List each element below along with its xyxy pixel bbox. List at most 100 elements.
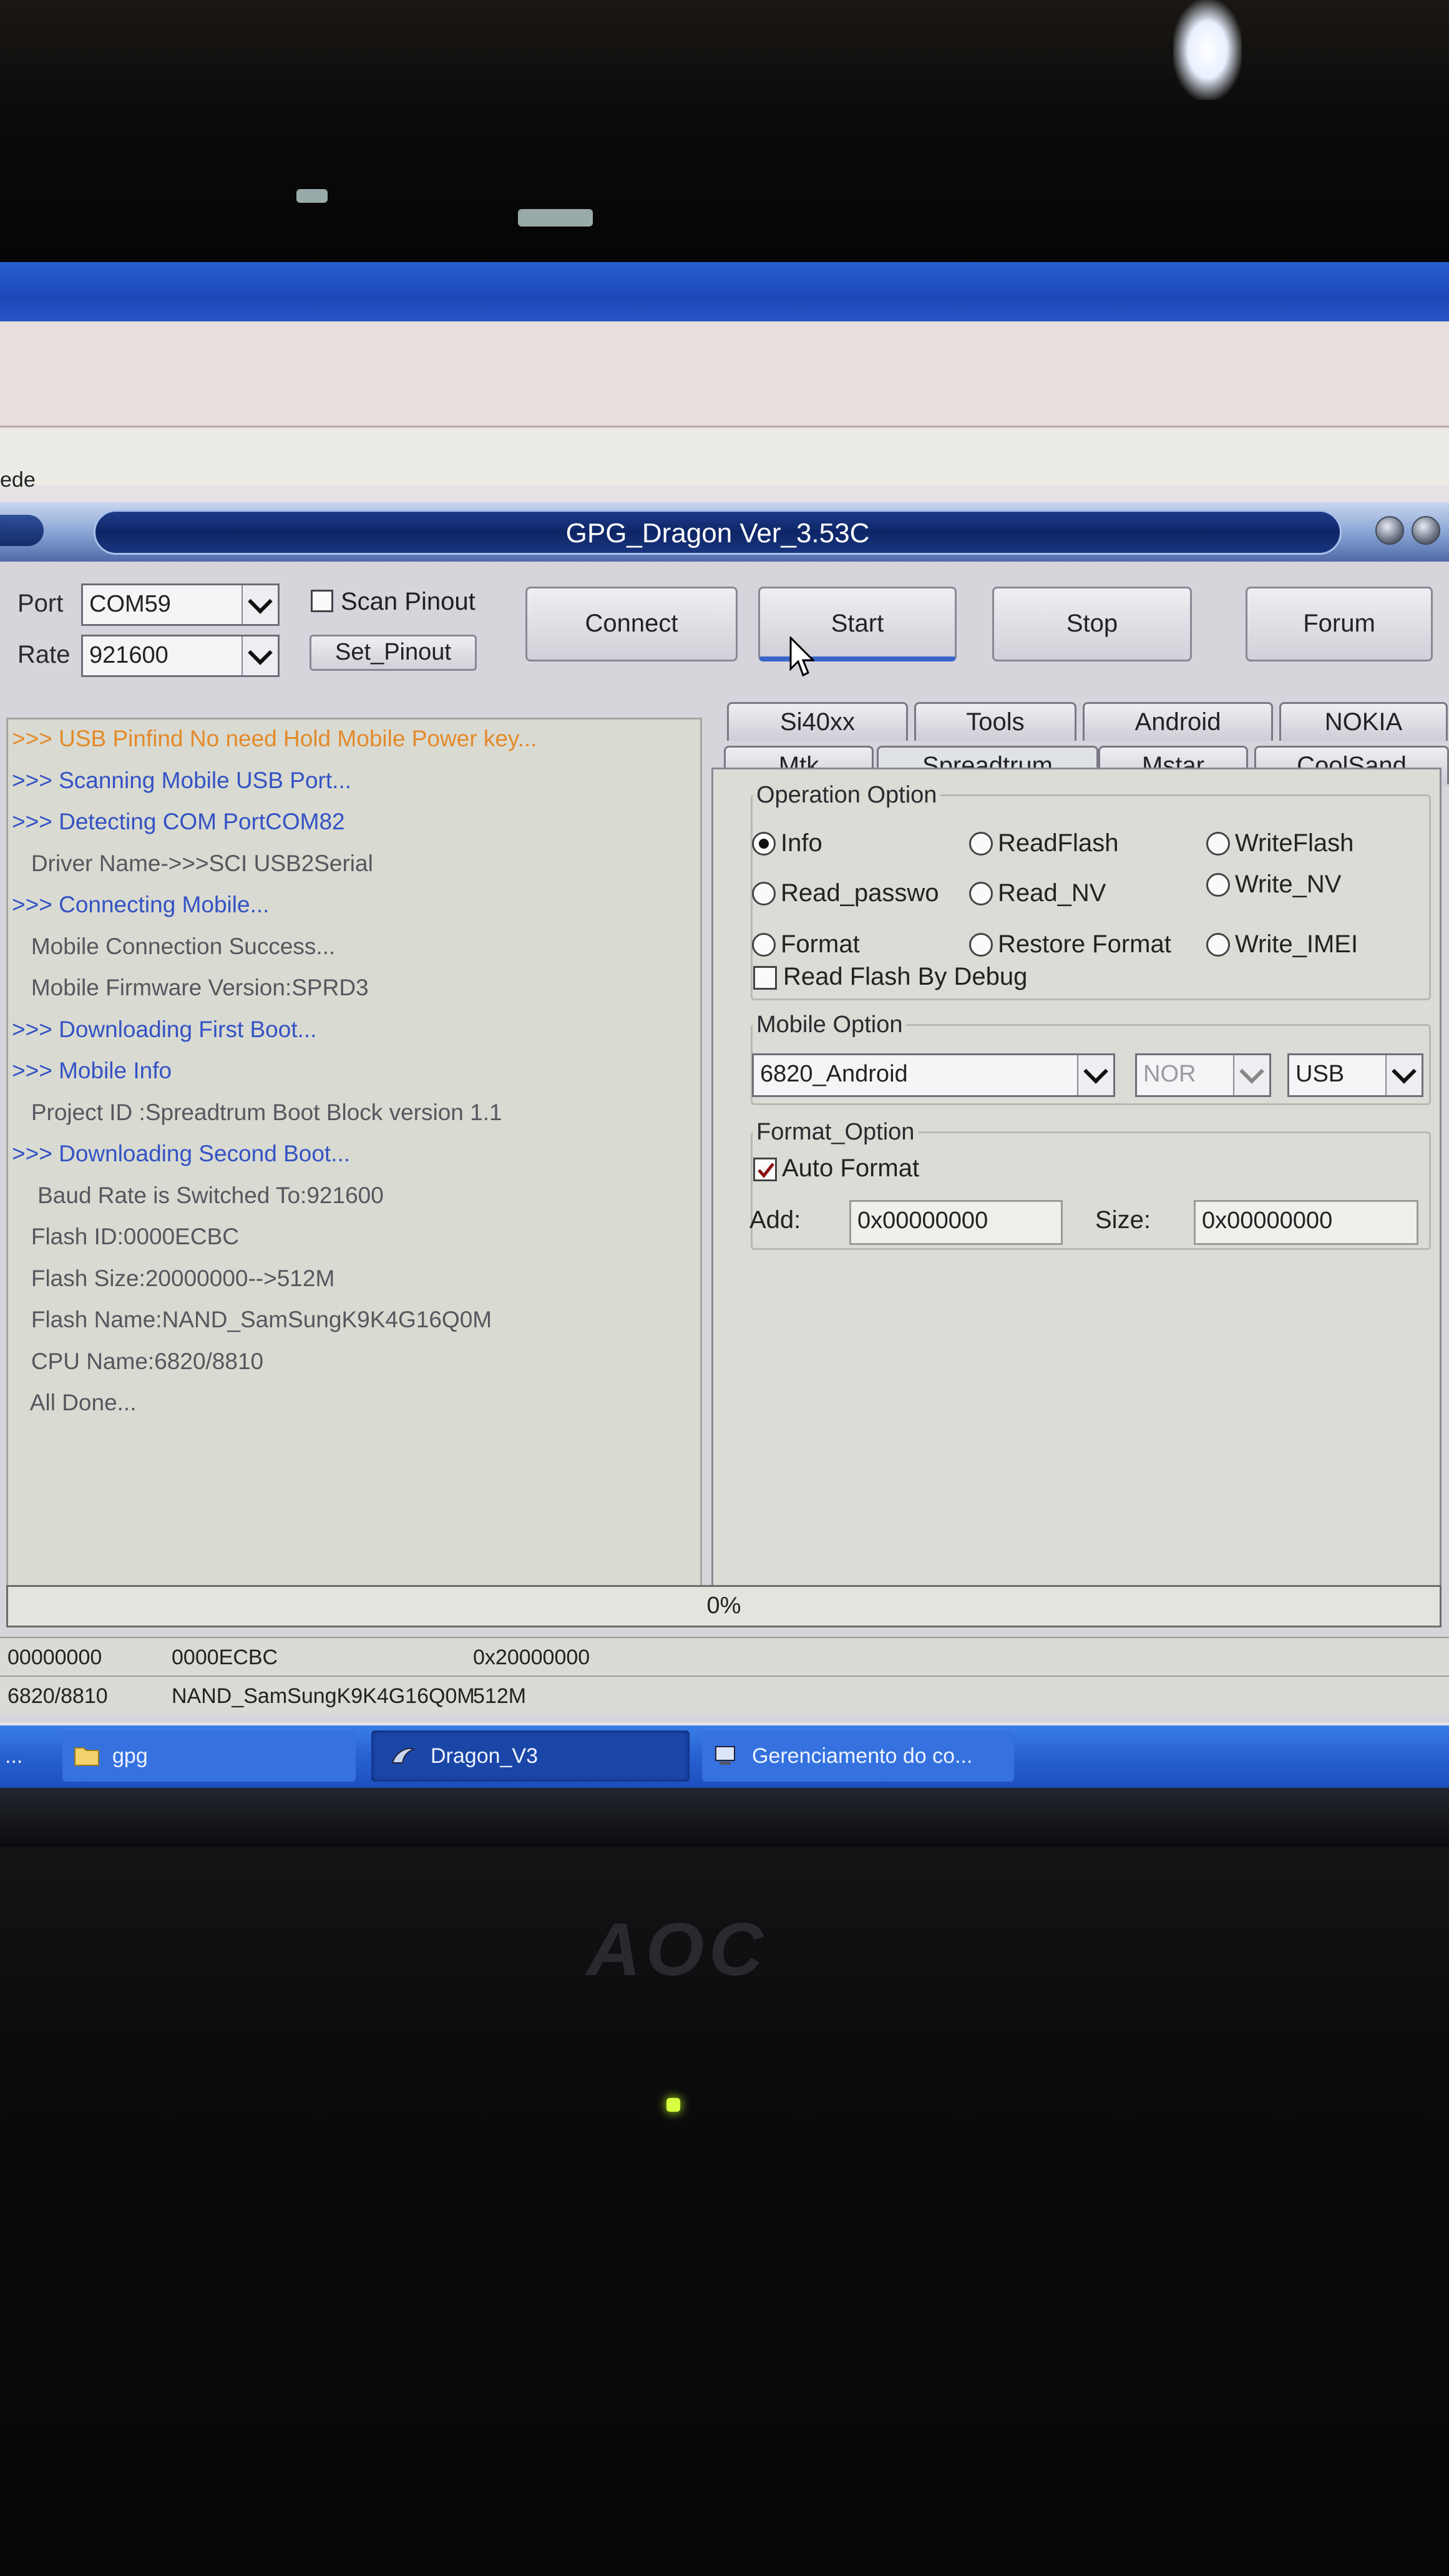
dragon-app-icon — [391, 1747, 416, 1764]
log-line: >>> Downloading First Boot... — [12, 1016, 317, 1042]
radio-label: Write_NV — [1235, 871, 1342, 898]
background-window-titlebar — [0, 262, 1449, 321]
log-line: >>> Connecting Mobile... — [12, 892, 270, 917]
start-button[interactable]: Start — [758, 587, 957, 661]
size-field[interactable]: 0x00000000 — [1194, 1200, 1418, 1245]
forum-button[interactable]: Forum — [1246, 587, 1433, 661]
mobile-model-combobox[interactable]: 6820_Android — [752, 1053, 1115, 1097]
set-pinout-button[interactable]: Set_Pinout — [310, 635, 477, 671]
progress-text: 0% — [706, 1593, 741, 1619]
radio-label: Write_IMEI — [1235, 930, 1359, 958]
operation-option-title: Operation Option — [753, 782, 941, 809]
auto-format-checkbox[interactable] — [753, 1158, 777, 1181]
connect-button[interactable]: Connect — [525, 587, 738, 661]
log-line: >>> Scanning Mobile USB Port... — [12, 767, 351, 793]
mouse-cursor-icon — [789, 637, 814, 677]
taskbar-item-label: Dragon_V3 — [431, 1744, 539, 1768]
radio-label: Read_NV — [998, 879, 1106, 907]
tab-android[interactable]: Android — [1083, 702, 1273, 741]
auto-format-label: Auto Format — [782, 1154, 920, 1182]
log-line: Mobile Firmware Version:SPRD3 — [12, 975, 369, 1000]
flash-type-combobox[interactable]: NOR — [1135, 1053, 1271, 1097]
chevron-down-icon[interactable] — [1077, 1055, 1113, 1095]
mobile-model-value: 6820_Android — [760, 1061, 908, 1087]
checkmark-icon — [758, 1163, 774, 1178]
close-button[interactable] — [1412, 516, 1440, 545]
taskbar-item-gerenciamento[interactable]: Gerenciamento do co... — [702, 1730, 1014, 1782]
status-row-2: 6820/8810 NAND_SamSungK9K4G16Q0M 512M — [0, 1676, 1449, 1714]
port-label: Port — [17, 590, 64, 617]
radio-label: Read_passwo — [781, 879, 939, 907]
app-header-ornament — [0, 515, 44, 546]
background-window-label: ede — [0, 468, 36, 492]
radio-read-nv[interactable] — [969, 882, 993, 905]
interface-value: USB — [1295, 1061, 1345, 1087]
tab-nokia[interactable]: NOKIA — [1279, 702, 1448, 741]
radio-label: Info — [781, 829, 822, 857]
radio-restore-format[interactable] — [969, 933, 993, 957]
chevron-down-icon[interactable] — [242, 585, 278, 624]
rate-combobox[interactable]: 921600 — [81, 635, 280, 677]
chevron-down-icon[interactable] — [1385, 1055, 1422, 1095]
bezel-reflection — [518, 209, 593, 227]
minimize-button[interactable] — [1375, 516, 1404, 545]
background-window-toolbar — [0, 321, 1449, 427]
app-title: GPG_Dragon Ver_3.53C — [565, 518, 870, 549]
radio-write-nv[interactable] — [1206, 873, 1230, 897]
taskbar-item-gpg[interactable]: gpg — [62, 1730, 356, 1782]
status-cell: 6820/8810 — [7, 1684, 108, 1708]
add-field[interactable]: 0x00000000 — [849, 1200, 1063, 1245]
taskbar-item-label: Gerenciamento do co... — [752, 1744, 973, 1768]
chevron-down-icon[interactable] — [242, 637, 278, 675]
radio-format[interactable] — [752, 933, 776, 957]
radio-info[interactable] — [752, 832, 776, 856]
log-line: Driver Name->>>SCI USB2Serial — [12, 850, 373, 876]
radio-label: Format — [781, 930, 860, 958]
tab-tools[interactable]: Tools — [914, 702, 1076, 741]
scan-pinout-label: Scan Pinout — [341, 588, 476, 615]
read-flash-by-debug-checkbox[interactable] — [753, 966, 777, 990]
tab-si40xx[interactable]: Si40xx — [727, 702, 908, 741]
gpg-dragon-window: GPG_Dragon Ver_3.53C Port COM59 Rate 921… — [0, 502, 1449, 1722]
port-combobox[interactable]: COM59 — [81, 583, 280, 626]
scan-pinout-checkbox[interactable] — [311, 590, 333, 612]
log-line: Flash Name:NAND_SamSungK9K4G16Q0M — [12, 1307, 492, 1332]
screen: ede GPG_Dragon Ver_3.53C Port COM59 Rate… — [0, 262, 1449, 1847]
log-line: Mobile Connection Success... — [12, 933, 336, 959]
log-line: >>> Detecting COM PortCOM82 — [12, 809, 345, 834]
status-cell: NAND_SamSungK9K4G16Q0M — [172, 1684, 475, 1708]
screen-bottom-edge — [0, 1788, 1449, 1847]
taskbar-item-label: gpg — [112, 1744, 148, 1768]
size-label: Size: — [1095, 1206, 1151, 1234]
radio-writeflash[interactable] — [1206, 832, 1230, 856]
flash-type-value: NOR — [1143, 1061, 1196, 1087]
log-line: Project ID :Spreadtrum Boot Block versio… — [12, 1099, 502, 1125]
folder-icon — [74, 1747, 99, 1766]
rate-value: 921600 — [89, 642, 168, 668]
format-option-title: Format_Option — [753, 1119, 919, 1146]
log-line: All Done... — [12, 1390, 137, 1415]
radio-read-passwo[interactable] — [752, 882, 776, 905]
taskbar-item-dragon[interactable]: Dragon_V3 — [371, 1730, 690, 1782]
add-label: Add: — [749, 1206, 801, 1234]
radio-readflash[interactable] — [969, 832, 993, 856]
radio-write-imei[interactable] — [1206, 933, 1230, 957]
status-cell: 0x20000000 — [473, 1646, 590, 1669]
radio-selected-dot — [759, 839, 769, 849]
read-flash-by-debug-label: Read Flash By Debug — [783, 963, 1028, 990]
bezel-reflection — [296, 189, 328, 203]
interface-combobox[interactable]: USB — [1287, 1053, 1423, 1097]
radio-label: ReadFlash — [998, 829, 1119, 857]
status-cell: 0000ECBC — [172, 1646, 278, 1669]
chevron-down-icon[interactable] — [1233, 1055, 1269, 1095]
log-line: CPU Name:6820/8810 — [12, 1348, 264, 1374]
app-header: GPG_Dragon Ver_3.53C — [0, 502, 1449, 562]
taskbar: ... gpg Dragon_V3 Gerenciamento do co... — [0, 1725, 1449, 1788]
taskbar-overflow[interactable]: ... — [0, 1730, 56, 1782]
light-glare — [1173, 0, 1242, 100]
stop-button[interactable]: Stop — [992, 587, 1192, 661]
spreadtrum-tab-panel: Operation Option Info ReadFlash WriteFlash… — [711, 768, 1442, 1601]
monitor-brand-logo: AOC — [587, 1908, 768, 1991]
log-line: Flash ID:0000ECBC — [12, 1224, 239, 1249]
computer-management-icon — [715, 1746, 735, 1765]
